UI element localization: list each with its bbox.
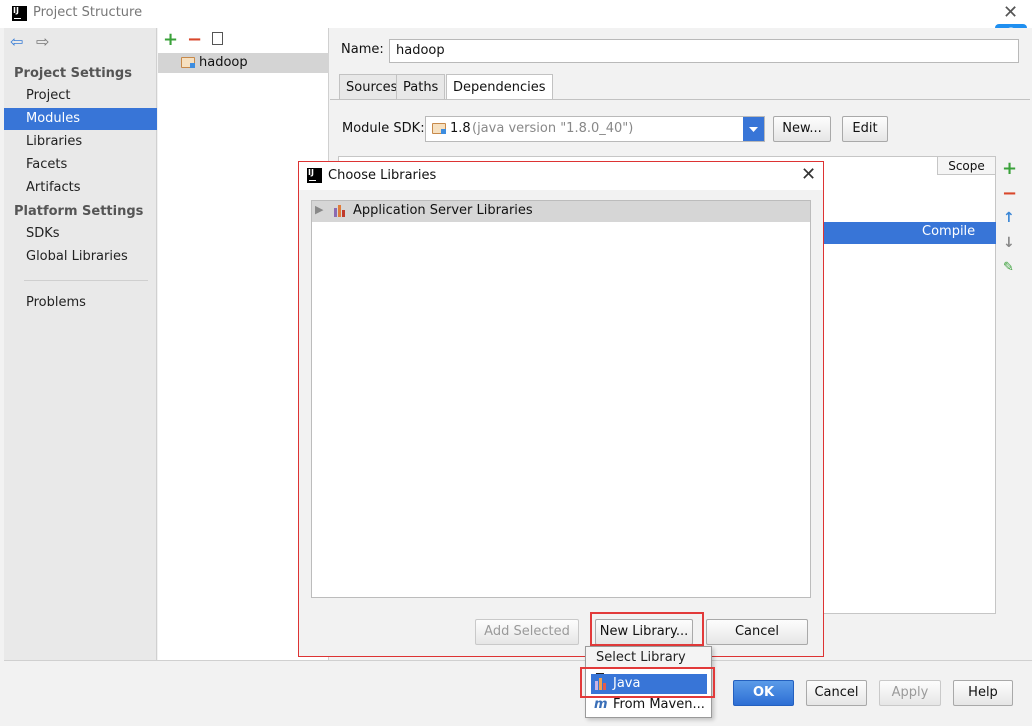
module-sdk-label: Module SDK: — [342, 121, 425, 136]
scope-value[interactable]: Compile — [922, 224, 975, 239]
popup-item-label: From Maven... — [613, 697, 705, 712]
remove-dependency-icon[interactable]: − — [1002, 183, 1017, 204]
sidebar-item-sdks[interactable]: SDKs — [4, 223, 157, 245]
sidebar-item-global-libraries[interactable]: Global Libraries — [4, 246, 157, 268]
title-bar: IJ Project Structure ✕ — [0, 0, 1032, 28]
help-button[interactable]: Help — [953, 680, 1013, 706]
remove-module-icon[interactable]: − — [187, 29, 202, 50]
sidebar-item-modules[interactable]: Modules — [4, 108, 157, 130]
library-icon — [334, 205, 348, 217]
move-up-icon[interactable]: ↑ — [1003, 210, 1015, 226]
module-folder-icon — [181, 57, 195, 68]
edit-sdk-button[interactable]: Edit — [842, 116, 888, 142]
name-label: Name: — [341, 42, 384, 57]
library-group-label: Application Server Libraries — [353, 203, 533, 218]
move-down-icon[interactable]: ↓ — [1003, 235, 1015, 251]
expand-arrow-icon[interactable]: ▶ — [315, 203, 323, 216]
maven-icon: m — [594, 697, 608, 712]
dialog-cancel-button[interactable]: Cancel — [706, 619, 808, 645]
sdk-detail: (java version "1.8.0_40") — [472, 121, 634, 136]
back-arrow-icon[interactable]: ⇦ — [10, 32, 23, 51]
window-title: Project Structure — [33, 5, 143, 20]
new-sdk-button[interactable]: New... — [773, 116, 831, 142]
copy-module-icon[interactable] — [212, 32, 223, 45]
sidebar-item-artifacts[interactable]: Artifacts — [4, 177, 157, 199]
highlight-box — [580, 667, 715, 698]
libraries-tree: ▶ Application Server Libraries — [311, 200, 811, 598]
settings-sidebar: ⇦ ⇨ Project Settings Project Modules Lib… — [4, 28, 157, 660]
dependency-toolbar: + − ↑ ↓ ✎ — [998, 156, 1028, 614]
module-sdk-dropdown[interactable]: 1.8 (java version "1.8.0_40") — [425, 116, 765, 142]
apply-button[interactable]: Apply — [879, 680, 941, 706]
library-tree-row[interactable]: ▶ Application Server Libraries — [312, 201, 810, 222]
dialog-title: Choose Libraries — [328, 168, 437, 183]
footer-bar — [4, 660, 1032, 726]
popup-item-maven[interactable]: m From Maven... — [591, 695, 707, 715]
add-dependency-icon[interactable]: + — [1002, 158, 1017, 179]
chevron-down-icon[interactable] — [743, 117, 764, 141]
close-icon[interactable]: ✕ — [1003, 2, 1018, 23]
dialog-title-bar: IJ Choose Libraries ✕ — [299, 162, 823, 190]
sdk-folder-icon — [432, 123, 446, 134]
module-row[interactable]: hadoop — [158, 53, 329, 73]
popup-title: Select Library Type — [586, 647, 711, 687]
choose-libraries-dialog: IJ Choose Libraries ✕ ▶ Application Serv… — [298, 161, 824, 657]
add-module-icon[interactable]: + — [163, 29, 178, 50]
sidebar-divider — [24, 280, 148, 281]
edit-dependency-icon[interactable]: ✎ — [1003, 260, 1014, 275]
module-name-field[interactable]: hadoop — [389, 39, 1019, 63]
tab-sources[interactable]: Sources — [339, 74, 405, 100]
forward-arrow-icon[interactable]: ⇨ — [36, 32, 49, 51]
tab-dependencies[interactable]: Dependencies — [446, 74, 553, 100]
project-structure-window: IJ Project Structure ✕ ⇦ ⇨ Project Setti… — [0, 0, 1032, 726]
ok-button[interactable]: OK — [733, 680, 794, 706]
platform-settings-heading: Platform Settings — [14, 204, 144, 219]
tab-divider — [330, 99, 1030, 100]
cancel-button[interactable]: Cancel — [806, 680, 867, 706]
dialog-close-icon[interactable]: ✕ — [801, 164, 816, 185]
sdk-version: 1.8 — [450, 121, 471, 136]
tab-paths[interactable]: Paths — [396, 74, 446, 100]
sidebar-item-libraries[interactable]: Libraries — [4, 131, 157, 153]
scope-column-header: Scope — [937, 157, 995, 175]
sidebar-item-facets[interactable]: Facets — [4, 154, 157, 176]
intellij-logo-icon: IJ — [12, 6, 27, 21]
intellij-logo-icon: IJ — [307, 168, 322, 183]
sidebar-item-project[interactable]: Project — [4, 85, 157, 107]
add-selected-button[interactable]: Add Selected — [475, 619, 579, 645]
module-name: hadoop — [199, 55, 248, 70]
sidebar-item-problems[interactable]: Problems — [4, 292, 157, 314]
highlight-box — [590, 612, 704, 646]
project-settings-heading: Project Settings — [14, 66, 132, 81]
